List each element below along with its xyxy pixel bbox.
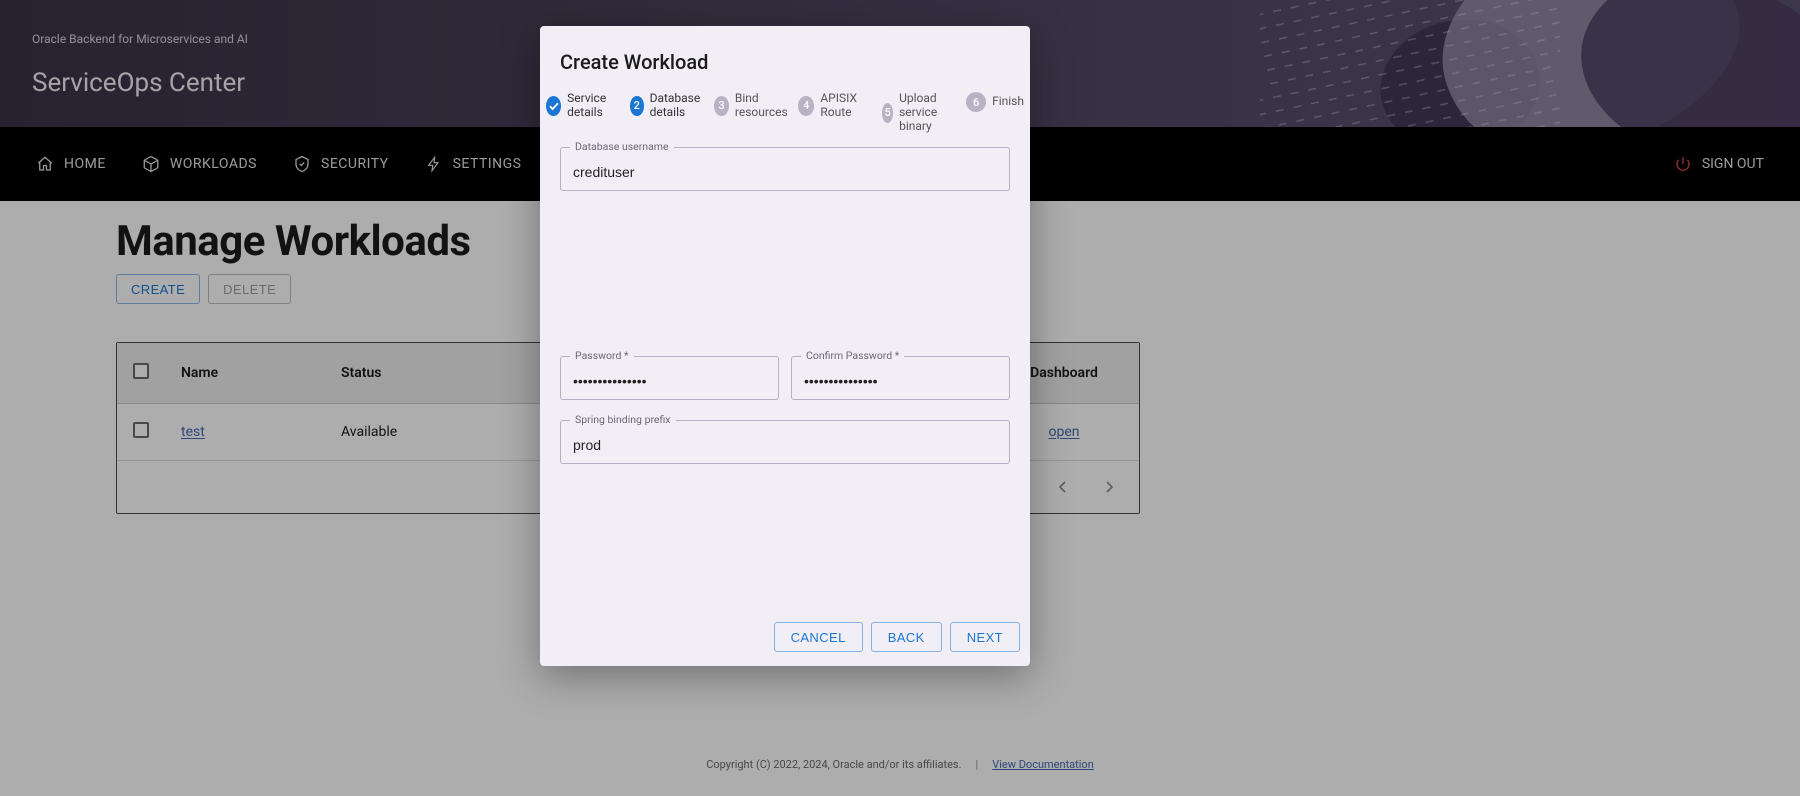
step-finish[interactable]: 6 Finish xyxy=(966,92,1024,112)
step-number: 2 xyxy=(630,96,644,116)
step-apisix-route[interactable]: 4 APISIX Route xyxy=(798,92,878,120)
confirm-password-label: Confirm Password * xyxy=(801,349,904,362)
database-username-input[interactable] xyxy=(560,147,1010,191)
next-button[interactable]: NEXT xyxy=(950,622,1020,652)
check-icon xyxy=(546,96,561,116)
modal-form: Database username Password * Confirm Pas… xyxy=(540,139,1030,608)
step-number: 6 xyxy=(966,92,986,112)
step-label: Upload service binary xyxy=(899,92,962,133)
step-bind-resources[interactable]: 3 Bind resources xyxy=(714,92,794,120)
step-number: 4 xyxy=(798,96,814,116)
step-service-details[interactable]: Service details xyxy=(546,92,626,120)
step-label: Database details xyxy=(650,92,710,120)
step-number: 5 xyxy=(882,103,893,123)
confirm-password-input[interactable] xyxy=(791,356,1010,400)
database-username-label: Database username xyxy=(570,140,674,153)
create-workload-modal: Create Workload Service details 2 Databa… xyxy=(540,26,1030,666)
modal-actions: CANCEL BACK NEXT xyxy=(540,608,1030,666)
modal-title: Create Workload xyxy=(540,26,1030,82)
step-upload-binary[interactable]: 5 Upload service binary xyxy=(882,92,962,133)
password-input[interactable] xyxy=(560,356,779,400)
modal-stepper: Service details 2 Database details 3 Bin… xyxy=(540,82,1030,139)
password-label: Password * xyxy=(570,349,634,362)
step-label: Service details xyxy=(567,92,626,120)
back-button[interactable]: BACK xyxy=(871,622,942,652)
spring-binding-prefix-label: Spring binding prefix xyxy=(570,413,676,426)
step-database-details[interactable]: 2 Database details xyxy=(630,92,710,120)
step-number: 3 xyxy=(714,96,729,116)
step-label: Bind resources xyxy=(735,92,794,120)
step-label: Finish xyxy=(992,95,1024,109)
step-label: APISIX Route xyxy=(820,92,878,120)
spring-binding-prefix-input[interactable] xyxy=(560,420,1010,464)
cancel-button[interactable]: CANCEL xyxy=(774,622,863,652)
